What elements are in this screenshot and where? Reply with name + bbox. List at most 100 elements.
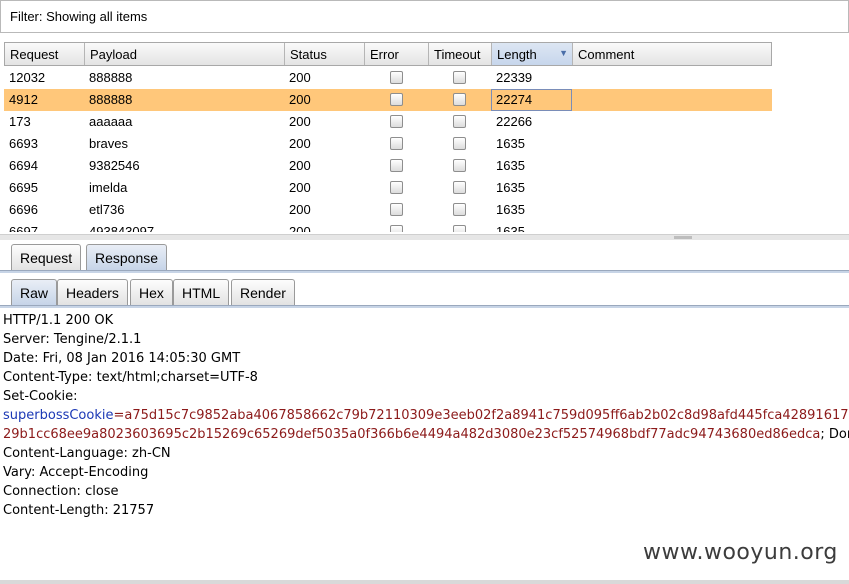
timeout-checkbox[interactable] (428, 111, 491, 133)
column-header-length-label: Length (497, 47, 537, 62)
response-line: Content-Type: text/html;charset=UTF-8 (3, 370, 258, 385)
table-row[interactable]: 6696 etl736 200 1635 (4, 199, 772, 221)
checkbox-icon[interactable] (453, 137, 466, 150)
checkbox-icon[interactable] (389, 93, 403, 106)
table-row[interactable]: 4912 888888 200 22274 (4, 89, 772, 111)
status-cell: 200 (289, 114, 311, 129)
error-checkbox[interactable] (364, 133, 428, 155)
tab-headers[interactable]: Headers (57, 279, 128, 305)
table-row[interactable]: 6697 493843097 200 1635 (4, 221, 772, 232)
table-row[interactable]: 6694 9382546 200 1635 (4, 155, 772, 177)
payload-cell: imelda (89, 180, 128, 195)
tab-hex[interactable]: Hex (130, 279, 173, 305)
payload-cell: aaaaaa (89, 114, 133, 129)
length-cell: 1635 (496, 158, 525, 173)
checkbox-icon[interactable] (389, 181, 403, 194)
error-checkbox[interactable] (364, 89, 428, 111)
response-line: Content-Language: zh-CN (3, 446, 171, 461)
payload-cell: 9382546 (89, 158, 140, 173)
response-line: Server: Tengine/2.1.1 (3, 332, 142, 347)
request-cell: 4912 (9, 92, 38, 107)
table-header: Request Payload Status Error Timeout Len… (4, 42, 772, 66)
request-cell: 12032 (9, 70, 46, 85)
cookie-name: superbossCookie (3, 408, 114, 423)
timeout-checkbox[interactable] (428, 89, 491, 111)
timeout-checkbox[interactable] (428, 67, 491, 89)
status-cell: 200 (289, 158, 311, 173)
results-table[interactable]: Request Payload Status Error Timeout Len… (4, 42, 772, 232)
column-header-request[interactable]: Request (5, 43, 85, 65)
response-line: Set-Cookie: (3, 389, 78, 404)
error-checkbox[interactable] (364, 67, 428, 89)
checkbox-icon[interactable] (453, 225, 466, 232)
pane-splitter[interactable] (0, 234, 849, 240)
checkbox-icon[interactable] (389, 137, 403, 150)
checkbox-icon[interactable] (389, 71, 403, 84)
table-row[interactable]: 173 aaaaaa 200 22266 (4, 111, 772, 133)
secondary-tab-rule (0, 305, 849, 308)
length-cell: 22339 (496, 70, 533, 85)
column-header-status[interactable]: Status (285, 43, 365, 65)
tab-request[interactable]: Request (11, 244, 82, 270)
tab-raw[interactable]: Raw (11, 279, 58, 305)
table-row[interactable]: 6693 braves 200 1635 (4, 133, 772, 155)
table-row[interactable]: 6695 imelda 200 1635 (4, 177, 772, 199)
comment-cell (572, 199, 770, 221)
timeout-checkbox[interactable] (428, 177, 491, 199)
payload-cell: braves (89, 136, 129, 151)
timeout-checkbox[interactable] (428, 221, 491, 232)
checkbox-icon[interactable] (389, 159, 403, 172)
column-header-comment[interactable]: Comment (573, 43, 771, 65)
column-header-error[interactable]: Error (365, 43, 429, 65)
tab-html[interactable]: HTML (173, 279, 230, 305)
error-checkbox[interactable] (364, 177, 428, 199)
status-cell: 200 (289, 180, 311, 195)
error-checkbox[interactable] (364, 199, 428, 221)
comment-cell (572, 67, 770, 89)
checkbox-icon[interactable] (389, 203, 403, 216)
status-cell: 200 (289, 70, 311, 85)
checkbox-icon[interactable] (453, 181, 466, 194)
splitter-grip-icon[interactable] (674, 236, 692, 239)
request-cell: 6694 (9, 158, 38, 173)
timeout-checkbox[interactable] (428, 199, 491, 221)
checkbox-icon[interactable] (453, 71, 466, 84)
error-checkbox[interactable] (364, 111, 428, 133)
checkbox-icon[interactable] (389, 225, 403, 232)
filter-text: Filter: Showing all items (10, 9, 148, 24)
tab-response[interactable]: Response (86, 244, 168, 270)
column-header-timeout[interactable]: Timeout (429, 43, 492, 65)
timeout-checkbox[interactable] (428, 155, 491, 177)
column-header-payload[interactable]: Payload (85, 43, 285, 65)
response-line: HTTP/1.1 200 OK (3, 313, 114, 328)
tab-render[interactable]: Render (231, 279, 295, 305)
response-line: Vary: Accept-Encoding (3, 465, 149, 480)
comment-cell (572, 177, 770, 199)
checkbox-icon[interactable] (453, 159, 466, 172)
table-row[interactable]: 12032 888888 200 22339 (4, 67, 772, 89)
payload-cell: 888888 (89, 92, 133, 107)
checkbox-icon[interactable] (453, 203, 466, 216)
sort-descending-icon: ▼ (559, 48, 568, 58)
payload-cell: 493843097 (89, 224, 155, 232)
checkbox-icon[interactable] (389, 115, 403, 128)
column-header-length[interactable]: Length ▼ (492, 43, 573, 65)
response-line: Content-Length: 21757 (3, 503, 155, 518)
cookie-value-continued: 29b1cc68ee9a8023603695c2b15269c65269def5… (3, 427, 821, 442)
payload-cell: etl736 (89, 202, 125, 217)
timeout-checkbox[interactable] (428, 133, 491, 155)
request-cell: 6696 (9, 202, 38, 217)
response-line: Date: Fri, 08 Jan 2016 14:05:30 GMT (3, 351, 241, 366)
filter-bar[interactable]: Filter: Showing all items (0, 0, 849, 33)
length-cell: 22266 (496, 114, 533, 129)
checkbox-icon[interactable] (453, 115, 466, 128)
length-cell: 1635 (496, 224, 525, 232)
error-checkbox[interactable] (364, 155, 428, 177)
checkbox-icon[interactable] (453, 93, 466, 106)
cookie-value: =a75d15c7c9852aba4067858662c79b72110309e… (113, 408, 849, 423)
error-checkbox[interactable] (364, 221, 428, 232)
request-cell: 6693 (9, 136, 38, 151)
length-cell: 1635 (496, 136, 525, 151)
bottom-toolbar (0, 580, 849, 584)
status-cell: 200 (289, 92, 311, 107)
